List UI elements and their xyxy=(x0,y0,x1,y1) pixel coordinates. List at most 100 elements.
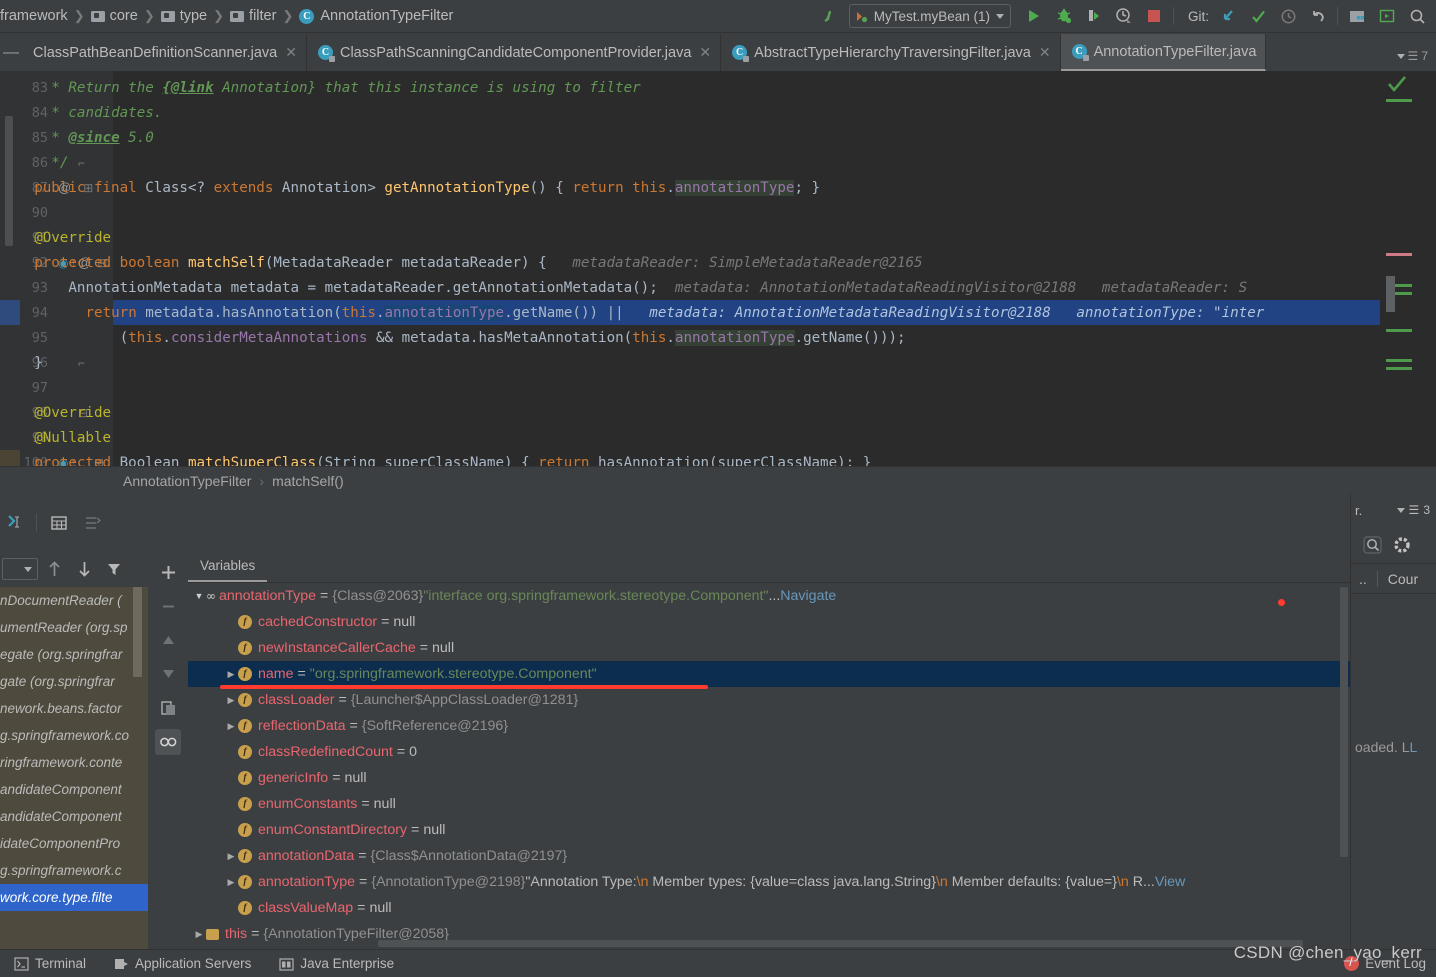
stop-button[interactable] xyxy=(1139,2,1169,30)
profiler-button[interactable] xyxy=(1109,2,1139,30)
restore-layout-icon[interactable] xyxy=(2,508,28,538)
close-icon[interactable]: ✕ xyxy=(285,44,297,61)
code-line[interactable]: * @since 5.0 xyxy=(0,125,1436,150)
code-line[interactable]: protected Boolean matchSuperClass(String… xyxy=(0,450,1436,467)
tab-classpathscanningcandidatecomponentprovider[interactable]: C ClassPathScanningCandidateComponentPro… xyxy=(307,34,722,71)
status-terminal[interactable]: Terminal xyxy=(0,956,100,971)
remove-watch-icon[interactable] xyxy=(155,593,181,619)
frame-row[interactable]: gate (org.springfrar xyxy=(0,668,148,695)
call-stack-list[interactable]: nDocumentReader (umentReader (org.sp egat… xyxy=(0,587,148,949)
editor-error-stripe[interactable] xyxy=(1380,71,1436,466)
table-view-icon[interactable] xyxy=(45,509,73,537)
frame-row-selected[interactable]: work.core.type.filte xyxy=(0,884,148,911)
commit-icon[interactable] xyxy=(1243,2,1273,30)
code-line[interactable]: * Return the {@link Annotation} that thi… xyxy=(0,75,1436,100)
frame-row[interactable]: ringframework.conte xyxy=(0,749,148,776)
breadcrumb-item-annotationtypefilter[interactable]: C AnnotationTypeFilter xyxy=(299,8,453,24)
frame-row[interactable]: umentReader (org.sp xyxy=(0,614,148,641)
breadcrumb-item-type[interactable]: type xyxy=(160,8,207,24)
status-application-servers[interactable]: Application Servers xyxy=(100,956,265,971)
chevron-right-icon[interactable]: ▶ xyxy=(224,721,238,732)
frame-row[interactable]: andidateComponent xyxy=(0,776,148,803)
tab-variables[interactable]: Variables xyxy=(188,558,268,582)
chevron-right-icon[interactable]: ▶ xyxy=(224,851,238,862)
run-with-coverage-button[interactable] xyxy=(1079,2,1109,30)
variable-action-link[interactable]: Navigate xyxy=(780,588,836,604)
close-icon[interactable]: ✕ xyxy=(699,44,711,61)
history-icon[interactable] xyxy=(1273,2,1303,30)
run-configuration-selector[interactable]: MyTest.myBean (1) xyxy=(848,4,1011,28)
step-up-icon[interactable] xyxy=(40,556,68,582)
filter-icon[interactable] xyxy=(100,556,128,582)
chevron-right-icon[interactable]: ▶ xyxy=(192,929,206,940)
editor-breadcrumb-class[interactable]: AnnotationTypeFilter xyxy=(123,473,251,489)
frame-row[interactable]: nework.beans.factor xyxy=(0,695,148,722)
move-up-icon[interactable] xyxy=(155,627,181,653)
code-line[interactable] xyxy=(0,200,1436,225)
debug-button[interactable] xyxy=(1049,2,1079,30)
breadcrumb-item-framework[interactable]: framework xyxy=(0,8,68,24)
variable-row[interactable]: f enumConstantDirectory = null xyxy=(188,817,1350,843)
variable-row[interactable]: ▼ ∞ annotationType = {Class@2063} "interface… xyxy=(188,583,1350,609)
variable-row[interactable]: ▶ f classLoader = {Launcher$AppClassLoader@1… xyxy=(188,687,1350,713)
tab-overflow-button[interactable]: ☰ 7 xyxy=(1396,49,1436,71)
rollback-icon[interactable] xyxy=(1303,2,1333,30)
close-icon[interactable]: ✕ xyxy=(1039,44,1051,61)
code-line[interactable] xyxy=(0,375,1436,400)
search-icon[interactable] xyxy=(1363,535,1383,555)
code-line[interactable]: @Nullable xyxy=(0,425,1436,450)
code-line[interactable]: */ xyxy=(0,150,1436,175)
code-line[interactable]: } xyxy=(0,350,1436,375)
variable-row[interactable]: f classRedefinedCount = 0 xyxy=(188,739,1350,765)
code-line[interactable]: protected boolean matchSelf(MetadataRead… xyxy=(0,250,1436,275)
chevron-down-icon[interactable] xyxy=(1396,507,1405,513)
variable-row[interactable]: ▶ f reflectionData = {SoftReference@2196} xyxy=(188,713,1350,739)
frame-row[interactable]: egate (org.springfrar xyxy=(0,641,148,668)
inspection-ok-icon[interactable] xyxy=(1386,75,1408,93)
frame-row[interactable]: g.springframework.c xyxy=(0,857,148,884)
chevron-down-icon[interactable]: ▼ xyxy=(192,591,206,601)
search-everywhere-icon[interactable] xyxy=(1402,2,1432,30)
frames-scrollbar[interactable] xyxy=(133,587,142,677)
code-line[interactable]: (this.considerMetaAnnotations && metadat… xyxy=(0,325,1436,350)
code-line[interactable]: @Override xyxy=(0,400,1436,425)
variables-hscrollbar[interactable] xyxy=(378,940,1303,947)
variable-row[interactable]: ▶ f annotationData = {Class$AnnotationData@2… xyxy=(188,843,1350,869)
code-line[interactable]: AnnotationMetadata metadata = metadataRe… xyxy=(0,275,1436,300)
run-button[interactable] xyxy=(1019,2,1049,30)
tab-annotationtypefilter[interactable]: C AnnotationTypeFilter.java xyxy=(1060,34,1267,71)
variables-tree[interactable]: ▼ ∞ annotationType = {Class@2063} "interface… xyxy=(188,583,1350,949)
project-structure-icon[interactable] xyxy=(1342,2,1372,30)
chevron-right-icon[interactable]: ▶ xyxy=(224,669,238,680)
update-project-icon[interactable] xyxy=(1213,2,1243,30)
gear-icon[interactable] xyxy=(1393,536,1411,554)
inline-watches-icon[interactable] xyxy=(155,729,181,755)
frame-row[interactable]: andidateComponent xyxy=(0,803,148,830)
variable-row-selected[interactable]: ▶ f name = "org.springframework.stereotype.C… xyxy=(188,661,1350,687)
variable-row[interactable]: f genericInfo = null xyxy=(188,765,1350,791)
variable-row[interactable]: f cachedConstructor = null xyxy=(188,609,1350,635)
step-down-icon[interactable] xyxy=(70,556,98,582)
variable-row[interactable]: f classValueMap = null xyxy=(188,895,1350,921)
move-down-icon[interactable] xyxy=(155,661,181,687)
code-line[interactable]: * candidates. xyxy=(0,100,1436,125)
chevron-right-icon[interactable]: ▶ xyxy=(224,877,238,888)
variable-action-link[interactable]: View xyxy=(1155,874,1186,890)
copy-icon[interactable] xyxy=(155,695,181,721)
breadcrumb-item-core[interactable]: core xyxy=(90,8,138,24)
frame-row[interactable]: g.springframework.co xyxy=(0,722,148,749)
tab-classpathbeandefinitionscanner[interactable]: ClassPathBeanDefinitionScanner.java ✕ xyxy=(22,34,307,71)
hide-tabs-icon[interactable]: — xyxy=(0,34,22,71)
code-line[interactable]: public final Class<? extends Annotation>… xyxy=(0,175,1436,200)
breadcrumb-item-filter[interactable]: filter xyxy=(230,8,276,24)
chevron-right-icon[interactable]: ▶ xyxy=(224,695,238,706)
variables-scrollbar[interactable] xyxy=(1340,587,1348,857)
variable-row[interactable]: ▶ f annotationType = {AnnotationType@2198} "… xyxy=(188,869,1350,895)
frame-row[interactable]: nDocumentReader ( xyxy=(0,587,148,614)
tab-abstracttypehierarchytraversingfilter[interactable]: C AbstractTypeHierarchyTraversingFilter.… xyxy=(721,34,1061,71)
run-anything-icon[interactable] xyxy=(1372,2,1402,30)
status-java-enterprise[interactable]: Java Enterprise xyxy=(265,956,408,971)
variable-row[interactable]: f newInstanceCallerCache = null xyxy=(188,635,1350,661)
code-editor[interactable]: 83 * Return the {@link Annotation} that t… xyxy=(0,71,1436,466)
back-arrow-icon[interactable] xyxy=(815,2,845,30)
